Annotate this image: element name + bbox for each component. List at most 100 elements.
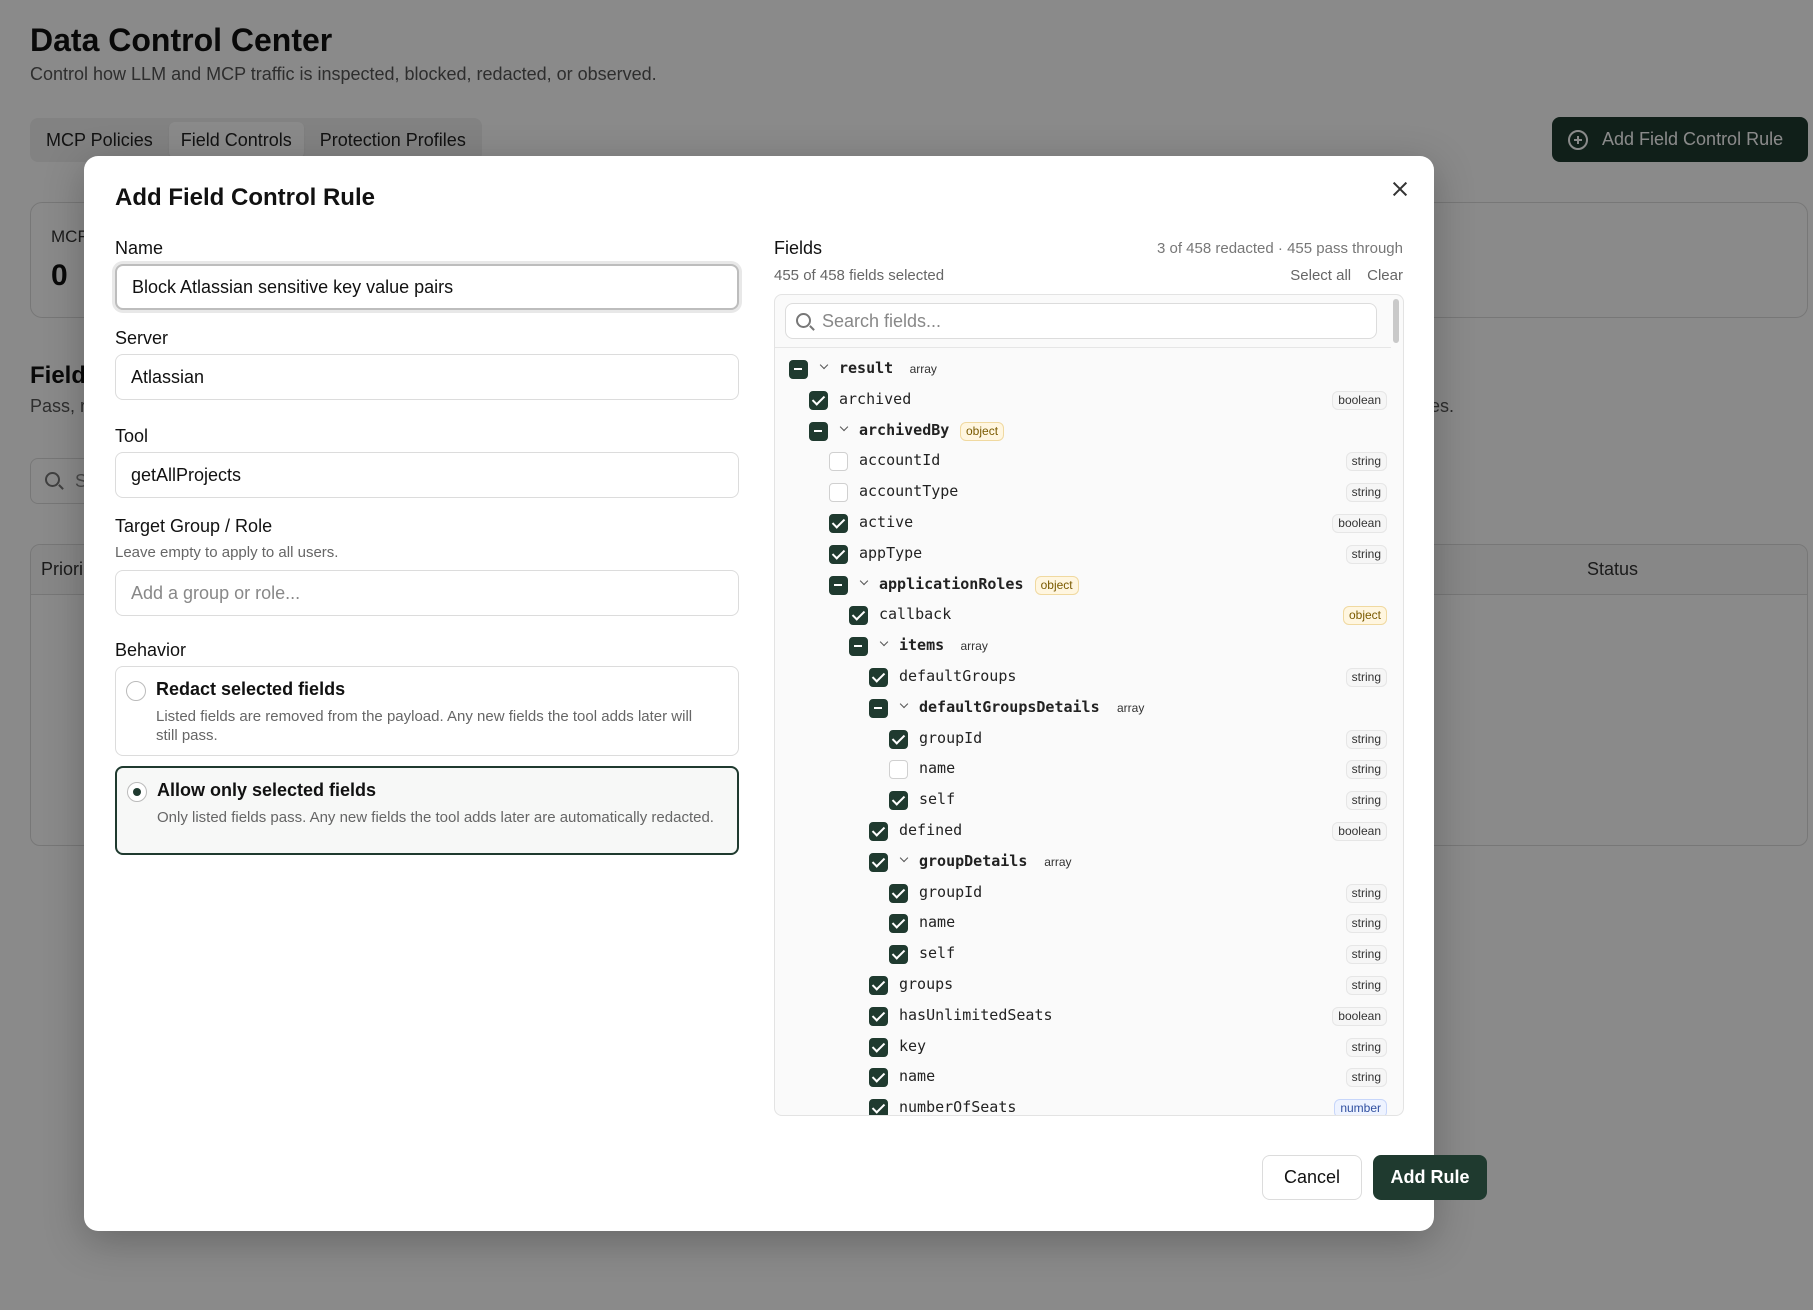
option-description: Listed fields are removed from the paylo… (156, 708, 693, 744)
fields-selected-count: 455 of 458 fields selected (774, 267, 945, 284)
partial-checkbox[interactable] (829, 575, 848, 595)
allow-only-selected-option[interactable]: Allow only selected fields Only listed f… (115, 766, 739, 855)
server-input[interactable] (115, 354, 739, 400)
field-name: active (859, 513, 914, 531)
field-checkbox[interactable] (849, 606, 868, 626)
radio-redact[interactable] (126, 681, 146, 701)
type-badge: array (960, 639, 988, 654)
divider (775, 347, 1391, 348)
tree-row[interactable]: self string (775, 785, 1391, 815)
tree-row[interactable]: callback object (775, 600, 1391, 630)
tree-row[interactable]: name string (775, 908, 1391, 938)
tree-row[interactable]: items array (775, 631, 1391, 661)
field-checkbox[interactable] (869, 1006, 888, 1026)
field-checkbox[interactable] (889, 729, 908, 749)
tree-row[interactable]: applicationRoles object (775, 570, 1391, 600)
field-checkbox[interactable] (869, 852, 888, 872)
type-badge: array (1117, 700, 1145, 715)
partial-checkbox[interactable] (849, 637, 868, 657)
add-rule-button[interactable]: Add Rule (1373, 1155, 1487, 1200)
field-checkbox[interactable] (889, 791, 908, 811)
tree-row[interactable]: name string (775, 754, 1391, 784)
chevron-down-icon[interactable] (818, 361, 830, 373)
partial-checkbox[interactable] (789, 360, 808, 379)
field-checkbox[interactable] (869, 668, 888, 687)
tree-row[interactable]: numberOfSeats number (775, 1093, 1391, 1115)
tree-row[interactable]: accountId string (775, 446, 1391, 476)
tree-row[interactable]: groupId string (775, 724, 1391, 754)
chevron-down-icon[interactable] (858, 577, 870, 589)
redact-selected-option[interactable]: Redact selected fields Listed fields are… (115, 666, 739, 756)
field-name: applicationRoles (879, 574, 1024, 593)
tree-row[interactable]: active boolean (775, 508, 1391, 538)
cancel-button[interactable]: Cancel (1262, 1155, 1362, 1200)
tree-row[interactable]: archived boolean (775, 385, 1391, 415)
field-checkbox[interactable] (869, 822, 888, 841)
type-badge: string (1345, 1068, 1387, 1088)
type-badge: string (1345, 883, 1387, 903)
tree-row[interactable]: archivedBy object (775, 416, 1391, 446)
fields-tree: result array archived boolean archivedBy obje… (774, 294, 1404, 1116)
close-icon[interactable] (1387, 176, 1413, 202)
partial-checkbox[interactable] (869, 698, 888, 718)
tree-row[interactable]: accountType string (775, 477, 1391, 507)
type-badge: string (1345, 976, 1387, 995)
tree-row[interactable]: appType string (775, 539, 1391, 569)
field-checkbox[interactable] (869, 1099, 888, 1115)
scroll-thumb[interactable] (1393, 299, 1399, 343)
fields-scrollbar[interactable] (1392, 299, 1400, 1113)
target-group-hint: Leave empty to apply to all users. (115, 544, 339, 561)
select-all-button[interactable]: Select all (1290, 267, 1351, 284)
type-badge: string (1345, 668, 1387, 687)
fields-search (785, 303, 1377, 339)
tree-row[interactable]: name string (775, 1062, 1391, 1092)
tree-row[interactable]: key string (775, 1032, 1391, 1062)
tree-row[interactable]: defaultGroups string (775, 662, 1391, 692)
fields-search-input[interactable] (820, 304, 1370, 338)
field-checkbox[interactable] (889, 883, 908, 903)
field-checkbox[interactable] (869, 1068, 888, 1088)
tree-row[interactable]: groupId string (775, 878, 1391, 908)
field-name: groups (899, 975, 954, 993)
field-name: accountId (859, 451, 941, 470)
target-group-input[interactable] (115, 570, 739, 616)
tree-row[interactable]: groups string (775, 970, 1391, 1000)
field-name: archived (839, 389, 912, 408)
field-name: appType (859, 543, 923, 562)
field-checkbox[interactable] (829, 544, 848, 564)
field-name: self (919, 790, 956, 809)
field-checkbox[interactable] (869, 976, 888, 995)
tree-row[interactable]: result array (775, 354, 1391, 384)
tree-row[interactable]: hasUnlimitedSeats boolean (775, 1001, 1391, 1031)
field-checkbox[interactable] (829, 452, 848, 472)
clear-button[interactable]: Clear (1367, 267, 1403, 284)
field-checkbox[interactable] (889, 760, 908, 780)
tree-row[interactable]: defined boolean (775, 816, 1391, 846)
field-name: key (899, 1036, 927, 1055)
tree-row[interactable]: defaultGroupsDetails array (775, 693, 1391, 723)
field-checkbox[interactable] (829, 514, 848, 533)
field-checkbox[interactable] (809, 390, 828, 410)
type-badge: string (1345, 791, 1387, 811)
field-checkbox[interactable] (889, 945, 908, 965)
tree-row[interactable]: self string (775, 939, 1391, 969)
radio-allow-only[interactable] (127, 782, 147, 802)
server-label: Server (115, 328, 169, 348)
chevron-down-icon[interactable] (878, 638, 890, 650)
type-badge: object (960, 421, 1005, 441)
tool-input[interactable] (115, 452, 739, 498)
chevron-down-icon[interactable] (898, 854, 910, 866)
field-checkbox[interactable] (829, 483, 848, 503)
tree-row[interactable]: groupDetails array (775, 847, 1391, 877)
field-name: defined (899, 821, 963, 839)
field-name: groupDetails (919, 851, 1028, 870)
field-checkbox[interactable] (869, 1037, 888, 1057)
partial-checkbox[interactable] (809, 421, 828, 441)
type-badge: number (1334, 1099, 1387, 1115)
field-checkbox[interactable] (889, 914, 908, 934)
type-badge: boolean (1332, 514, 1387, 533)
chevron-down-icon[interactable] (898, 700, 910, 712)
type-badge: string (1345, 729, 1387, 749)
chevron-down-icon[interactable] (838, 423, 850, 435)
name-input[interactable] (115, 264, 739, 310)
